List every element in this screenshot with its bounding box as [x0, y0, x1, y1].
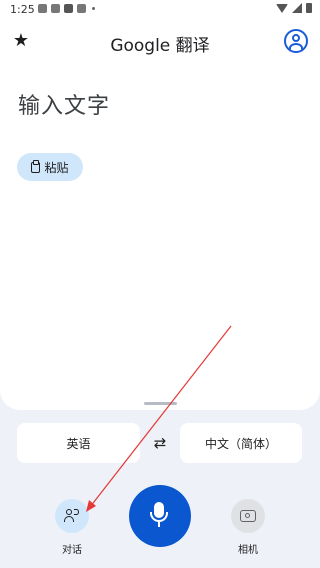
bottom-actions: 对话 相机	[0, 485, 320, 568]
clipboard-icon	[31, 159, 41, 173]
text-input[interactable]: 输入文字	[18, 88, 110, 120]
wifi-icon	[276, 3, 288, 13]
notification-icons	[38, 4, 95, 13]
top-app-bar: ★ Google 翻译	[0, 20, 320, 64]
image-notification-icon	[38, 4, 47, 13]
status-time: 1:25	[10, 3, 35, 16]
account-circle-icon[interactable]	[284, 29, 308, 53]
camera-icon	[240, 510, 256, 522]
battery-icon	[306, 3, 312, 13]
app-notification-icon	[77, 4, 86, 13]
people-icon	[64, 509, 80, 523]
translation-input-card: ★ Google 翻译 输入文字 粘贴	[0, 20, 320, 410]
app-title: Google 翻译	[110, 36, 210, 56]
drag-handle[interactable]	[144, 402, 177, 405]
paste-label: 粘贴	[44, 160, 69, 175]
conversation-label: 对话	[62, 545, 82, 556]
source-language-label: 英语	[66, 436, 91, 451]
swap-arrows-icon[interactable]: ⇄	[150, 433, 170, 453]
app-notification-icon	[64, 4, 73, 13]
voice-input-button[interactable]	[129, 485, 191, 547]
source-language-button[interactable]: 英语	[17, 423, 140, 463]
signal-icon	[292, 3, 302, 13]
camera-button[interactable]	[231, 499, 265, 533]
target-language-label: 中文（简体）	[204, 436, 277, 451]
status-bar: 1:25	[0, 0, 320, 20]
more-notifications-icon	[92, 7, 95, 10]
app-notification-icon	[51, 4, 60, 13]
paste-button[interactable]: 粘贴	[17, 153, 83, 181]
target-language-button[interactable]: 中文（简体）	[180, 423, 302, 463]
language-selector-row: 英语 ⇄ 中文（简体）	[0, 423, 320, 463]
camera-label: 相机	[238, 545, 258, 556]
system-icons	[276, 3, 312, 13]
conversation-button[interactable]	[55, 499, 89, 533]
